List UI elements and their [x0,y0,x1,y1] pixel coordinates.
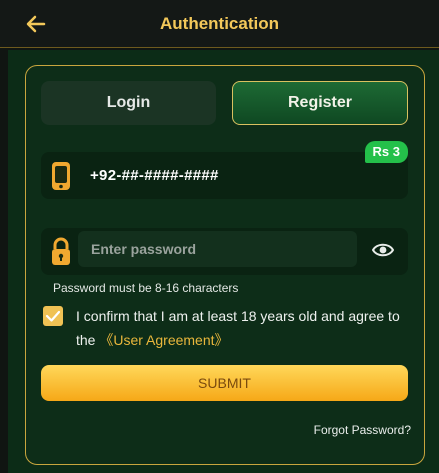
password-hint: Password must be 8-16 characters [53,281,239,295]
tab-login[interactable]: Login [41,81,216,125]
bonus-badge: Rs 3 [364,141,408,163]
lock-icon [52,237,70,265]
forgot-password-link[interactable]: Forgot Password? [314,423,411,437]
phone-icon [52,162,70,190]
eye-icon[interactable] [372,241,394,259]
tab-register[interactable]: Register [232,81,408,125]
agree-checkbox[interactable] [43,306,63,326]
user-agreement-link[interactable]: 《User Agreement》 [99,332,228,348]
app-header: Authentication [0,0,439,48]
phone-number-value: +92-##-####-#### [90,167,219,184]
check-icon [45,310,61,322]
auth-content: Login Register +92-##-####-#### Rs 3 Pas… [8,50,439,473]
agreement-text: I confirm that I am at least 18 years ol… [76,304,411,352]
password-input[interactable] [78,231,357,267]
submit-button[interactable]: SUBMIT [41,365,408,401]
page-title: Authentication [160,14,279,33]
phone-field[interactable]: +92-##-####-#### Rs 3 [41,141,408,199]
password-field [41,228,408,275]
password-input-wrap [78,231,357,267]
auth-card: Login Register +92-##-####-#### Rs 3 Pas… [25,65,425,465]
